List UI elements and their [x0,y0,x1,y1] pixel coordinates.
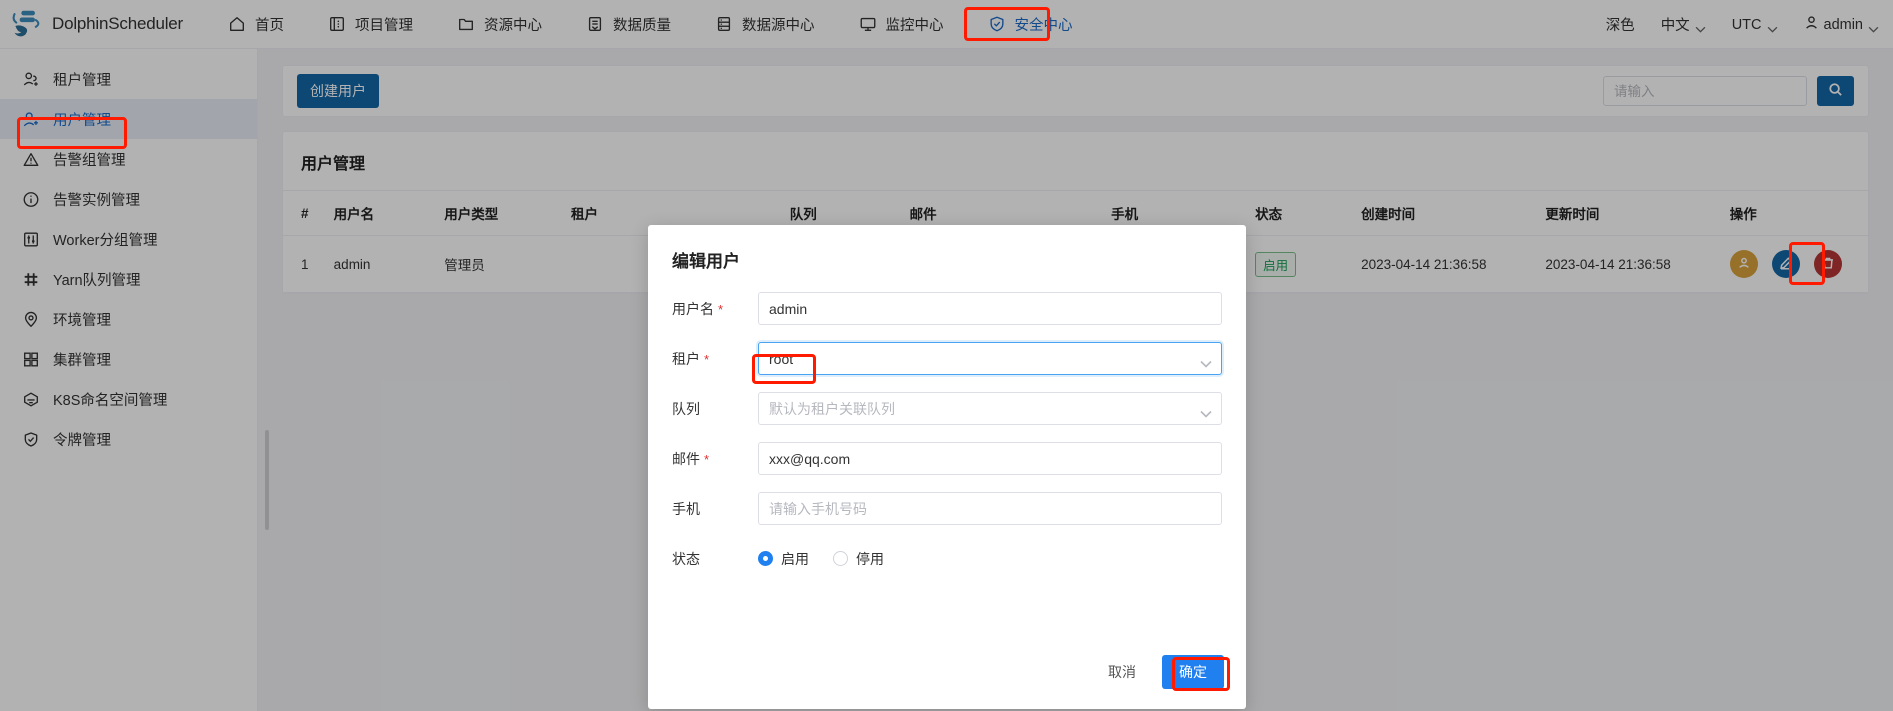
email-input[interactable] [758,442,1222,475]
status-radio-group: 启用 停用 [758,542,1222,575]
dialog-title: 编辑用户 [672,252,740,271]
field-phone: 手机 [672,492,1222,525]
queue-select[interactable]: 默认为租户关联队列 [758,392,1222,425]
required-marker: * [718,301,724,317]
dialog-footer: 取消 确定 [1098,655,1224,689]
required-marker: * [704,351,710,367]
field-tenant: 租户 * root [672,342,1222,375]
status-radio-enable[interactable]: 启用 [758,549,809,569]
phone-input[interactable] [758,492,1222,525]
control-tenant: root [758,342,1222,375]
tenant-select[interactable]: root [758,342,1222,375]
chevron-down-icon [1200,405,1212,421]
control-email [758,442,1222,475]
field-status: 状态 启用 停用 [672,542,1222,575]
field-email: 邮件 * [672,442,1222,475]
label-phone: 手机 [672,499,758,519]
label-text: 队列 [672,400,700,417]
label-text: 用户名 [672,300,714,317]
status-radio-disable[interactable]: 停用 [833,549,884,569]
username-input[interactable] [758,292,1222,325]
label-email: 邮件 * [672,449,758,469]
radio-label: 停用 [856,550,884,567]
label-queue: 队列 [672,399,758,419]
control-status: 启用 停用 [758,542,1222,575]
control-phone [758,492,1222,525]
label-username: 用户名 * [672,299,758,319]
required-marker: * [704,451,710,467]
label-text: 手机 [672,500,700,517]
label-text: 邮件 [672,450,700,467]
queue-select-placeholder: 默认为租户关联队列 [769,400,895,417]
confirm-button[interactable]: 确定 [1162,655,1224,689]
radio-label: 启用 [781,550,809,567]
tenant-select-value: root [769,350,794,367]
app-root: DolphinScheduler 首页 项目管理 资源中心 数据质量 数据源中心… [0,0,1893,711]
label-status: 状态 [672,549,758,569]
edit-user-dialog: 编辑用户 用户名* 租户* root [648,225,1246,709]
control-queue: 默认为租户关联队列 [758,392,1222,425]
label-tenant: 租户 * [672,349,758,369]
chevron-down-icon [1200,355,1212,371]
cancel-button[interactable]: 取消 [1098,656,1146,688]
field-username: 用户名 * [672,292,1222,325]
field-queue: 队列 默认为租户关联队列 [672,392,1222,425]
label-text: 租户 [672,350,700,367]
edit-user-form: 用户名* 租户* root 队列 [648,282,1246,575]
control-username [758,292,1222,325]
label-text: 状态 [672,550,700,567]
radio-selected-icon [758,551,773,566]
radio-unselected-icon [833,551,848,566]
